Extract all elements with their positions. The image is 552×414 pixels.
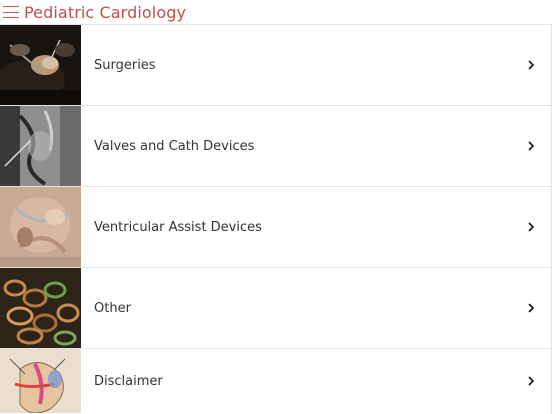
category-list: Surgeries Valves and Cath Devices Ventri… [0, 25, 552, 413]
list-item-label: Valves and Cath Devices [94, 138, 255, 154]
app-header: Pediatric Cardiology [0, 0, 552, 25]
coiled-wires-thumbnail [0, 268, 81, 348]
heart-tissue-thumbnail [0, 187, 81, 267]
chevron-right-icon [528, 376, 535, 386]
list-item-ventricular-assist[interactable]: Ventricular Assist Devices [0, 187, 552, 268]
list-item-valves-cath[interactable]: Valves and Cath Devices [0, 106, 552, 187]
list-item-label: Ventricular Assist Devices [94, 219, 262, 235]
list-item-disclaimer[interactable]: Disclaimer [0, 349, 552, 413]
heart-diagram-thumbnail [0, 349, 81, 413]
hamburger-icon[interactable] [3, 6, 19, 18]
surgery-thumbnail [0, 25, 81, 105]
list-item-label: Surgeries [94, 57, 156, 73]
app-window: Pediatric Cardiology Surgeries Valves an… [0, 0, 552, 414]
list-item-other[interactable]: Other [0, 268, 552, 349]
page-title: Pediatric Cardiology [24, 2, 187, 22]
chevron-right-icon [528, 141, 535, 151]
list-item-surgeries[interactable]: Surgeries [0, 25, 552, 106]
chevron-right-icon [528, 303, 535, 313]
chevron-right-icon [528, 222, 535, 232]
list-item-label: Other [94, 300, 131, 316]
angiogram-thumbnail [0, 106, 81, 186]
list-item-label: Disclaimer [94, 373, 163, 389]
chevron-right-icon [528, 60, 535, 70]
